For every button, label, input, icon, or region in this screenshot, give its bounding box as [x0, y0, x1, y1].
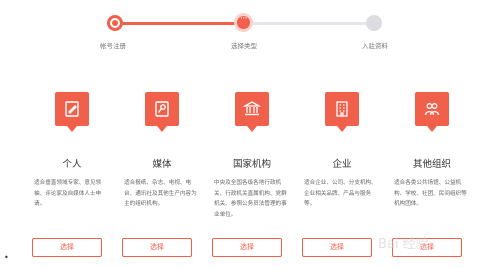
step-label-account-register: 帐号注册 [100, 42, 126, 50]
card-description: 中央及全国各级各地行政机关、行政机关直属机构、党群机关、参照公务员法管理的事业单… [214, 180, 287, 218]
type-card-media: 媒体 适合报纸、杂志、电视、电台、通讯社及其他生产内容为主的组织机构。 选择 [122, 92, 212, 267]
type-card-government: 国家机构 中央及全国各级各地行政机关、行政机关直属机构、党群机关、参照公务员法管… [212, 92, 302, 267]
card-title: 个人 [62, 159, 82, 170]
step-2-current-dot [234, 13, 253, 32]
select-enterprise-button[interactable]: 选择 [302, 238, 372, 257]
select-media-button[interactable]: 选择 [122, 238, 192, 257]
step-label-select-type: 选择类型 [231, 42, 257, 50]
card-title: 国家机构 [232, 159, 271, 170]
people-icon [415, 92, 449, 132]
progress-stepper: 帐号注册 选择类型 入驻资料 [0, 0, 480, 55]
step-1-done-dot [107, 15, 123, 31]
stepper-line-pending [243, 22, 375, 25]
card-description: 适合垂直领域专家、意见领袖、评论家及自媒体人士申请。 [34, 180, 102, 207]
select-individual-button[interactable]: 选择 [32, 238, 102, 257]
step-label-entry-info: 入驻资料 [362, 42, 388, 50]
step-3-pending-dot [366, 15, 382, 31]
microphone-icon [145, 92, 179, 132]
stepper-line-completed [113, 22, 243, 25]
select-government-button[interactable]: 选择 [212, 238, 282, 257]
type-card-individual: 个人 适合垂直领域专家、意见领袖、评论家及自媒体人士申请。 选择 [32, 92, 122, 267]
card-description: 适合企业、公司、分支机构、企业相关品牌、产品与服务等。 [304, 180, 377, 207]
watermark: Bai 经验 [378, 237, 429, 252]
card-description: 适合各类公共场馆、公益机构、学校、社团、民间组织等机构团体。 [394, 180, 467, 207]
card-title: 企业 [332, 159, 352, 170]
list-bullet: • [4, 253, 9, 262]
card-description: 适合报纸、杂志、电视、电台、通讯社及其他生产内容为主的组织机构。 [124, 180, 197, 207]
enterprise-building-icon [325, 92, 359, 132]
card-title: 其他组织 [412, 159, 451, 170]
pencil-icon [55, 92, 89, 132]
institution-building-icon [235, 92, 269, 132]
card-title: 媒体 [152, 159, 172, 170]
